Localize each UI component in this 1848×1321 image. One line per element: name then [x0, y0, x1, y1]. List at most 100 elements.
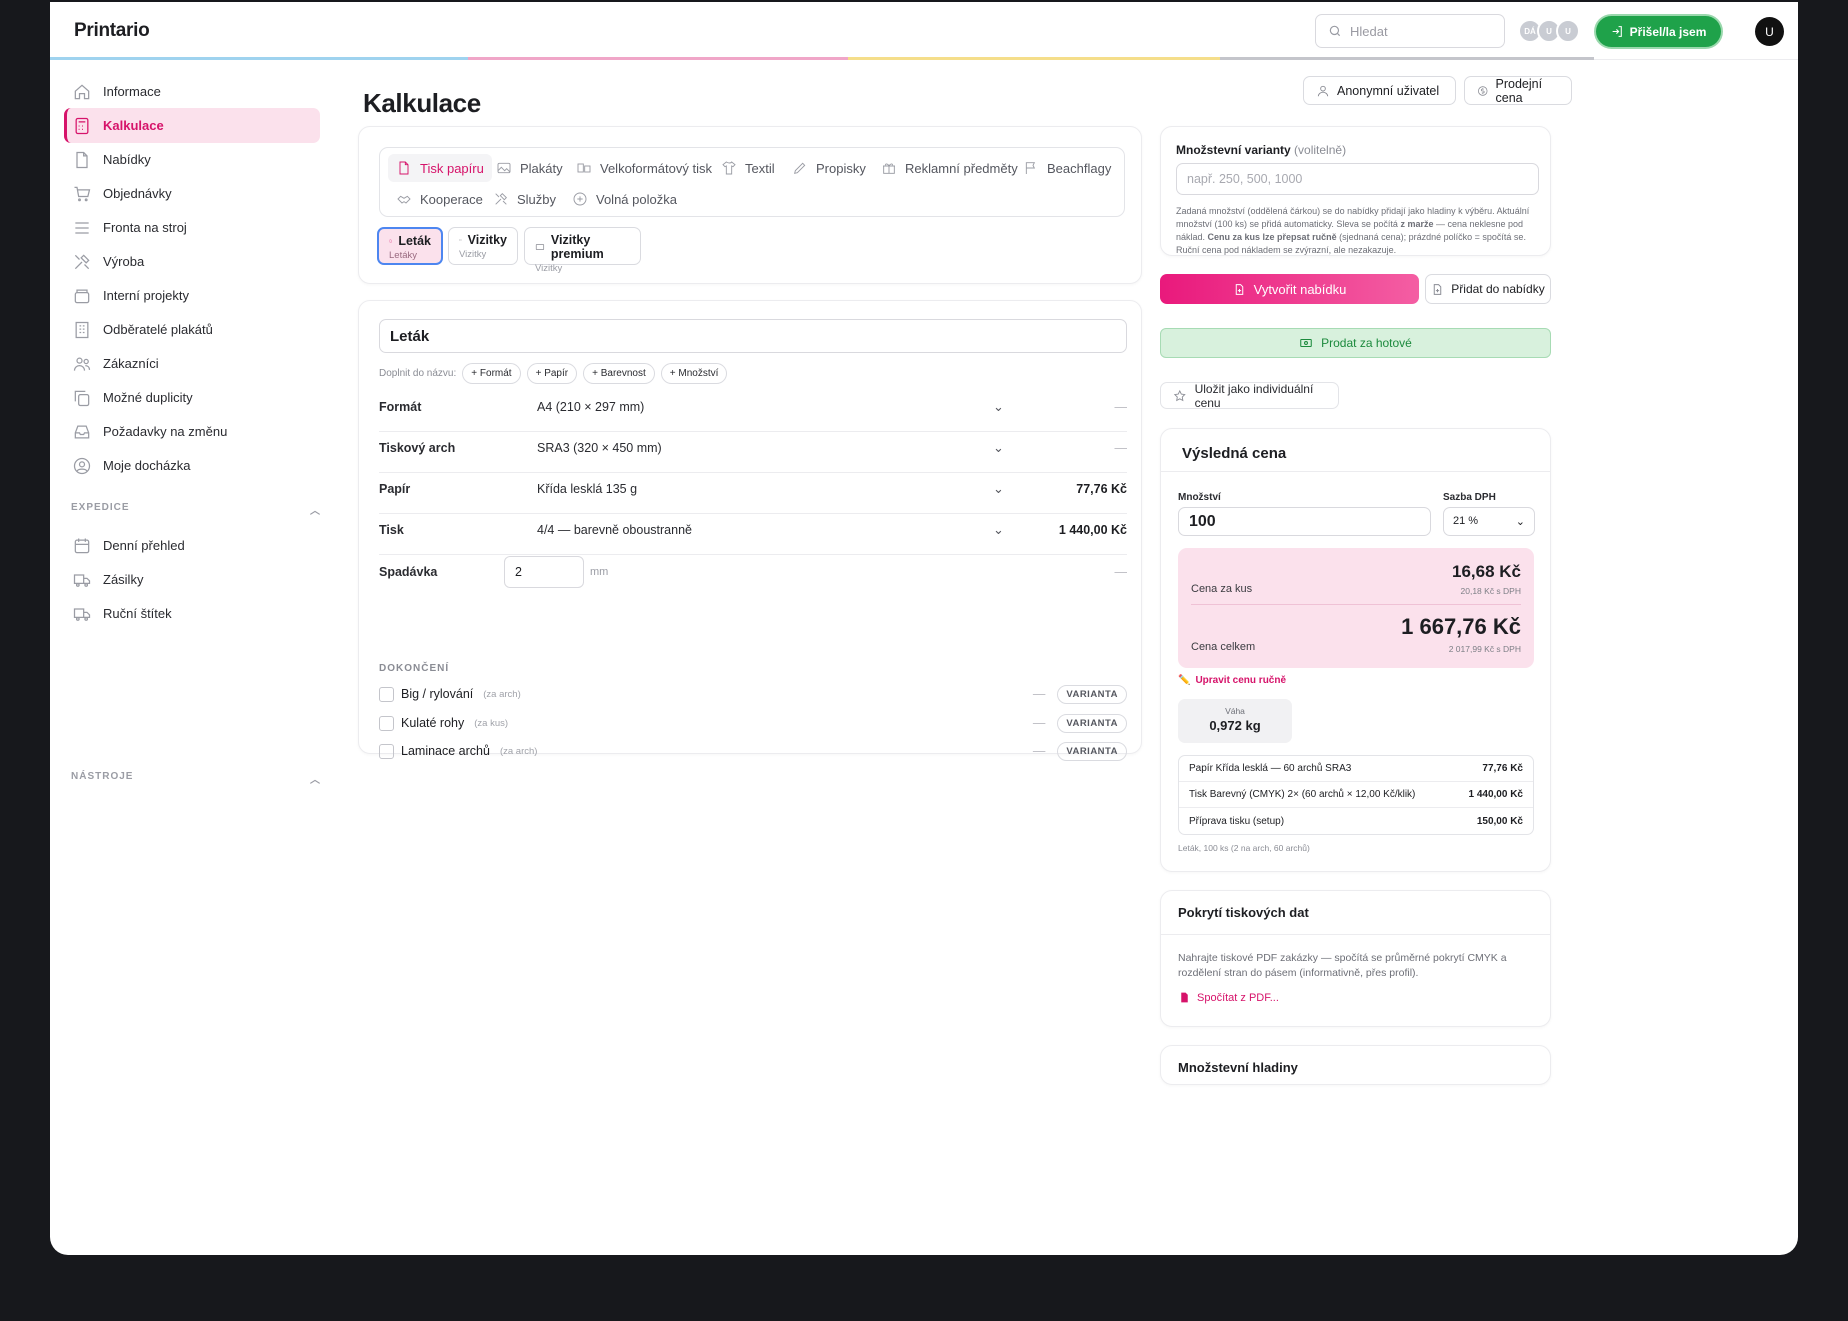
sidebar-item-duplicity[interactable]: Možné duplicity	[64, 380, 320, 415]
sidebar-item-zakaznici[interactable]: Zákazníci	[64, 346, 320, 381]
print-select[interactable]: 4/4 — barevně oboustranně	[537, 523, 993, 537]
finishing-label: Big / rylování	[401, 687, 474, 701]
breakdown-value: 150,00 Kč	[1476, 815, 1523, 827]
compute-from-pdf-link[interactable]: Spočítat z PDF...	[1178, 991, 1279, 1004]
sheet-select[interactable]: SRA3 (320 × 450 mm)	[537, 441, 993, 455]
finishing-label: Kulaté rohy	[401, 716, 465, 730]
search-input[interactable]: Hledat	[1315, 14, 1505, 48]
sidebar-item-odberatele[interactable]: Odběratelé plakátů	[64, 312, 320, 347]
create-offer-button[interactable]: Vytvořit nabídku	[1160, 274, 1419, 304]
product-vizitky[interactable]: Vizitky Vizitky	[448, 227, 518, 265]
breakdown-value: 77,76 Kč	[1482, 763, 1523, 774]
cart-icon	[74, 186, 91, 201]
anonymous-user-label: Anonymní uživatel	[1337, 83, 1440, 98]
format-select[interactable]: A4 (210 × 297 mm)	[537, 400, 993, 414]
qty-input[interactable]: 100	[1178, 507, 1431, 536]
vat-value: 21 %	[1453, 515, 1479, 527]
tab-kooperace[interactable]: Kooperace	[388, 185, 491, 213]
sidebar-item-objednavky[interactable]: Objednávky	[64, 176, 320, 211]
anonymous-user-button[interactable]: Anonymní uživatel	[1303, 76, 1456, 105]
sidebar-item-rucni-stitek[interactable]: Ruční štítek	[64, 596, 320, 631]
fill-color-pill[interactable]: + Barevnost	[583, 363, 655, 384]
sidebar-item-informace[interactable]: Informace	[64, 74, 320, 109]
sell-cash-button[interactable]: Prodat za hotové	[1160, 328, 1551, 358]
sidebar-item-zasilky[interactable]: Zásilky	[64, 562, 320, 597]
sidebar-item-fronta[interactable]: Fronta na stroj	[64, 210, 320, 245]
sidebar-item-denni-prehled[interactable]: Denní přehled	[64, 528, 320, 563]
breakdown-label: Tisk Barevný (CMYK) 2× (60 archů × 12,00…	[1189, 789, 1416, 800]
field-price: 1 440,00 Kč	[1058, 523, 1127, 537]
tab-velkoformatovy[interactable]: Velkoformátový tisk	[568, 154, 720, 182]
sale-price-button[interactable]: Prodejní cena	[1464, 76, 1572, 105]
sidebar-item-label: Požadavky na změnu	[103, 424, 228, 439]
product-label: Vizitky premium	[550, 233, 604, 261]
sidebar-item-vyroba[interactable]: Výroba	[64, 244, 320, 279]
compute-link-label: Spočítat z PDF...	[1197, 991, 1279, 1004]
chevron-down-icon[interactable]: ⌄	[993, 399, 1043, 415]
section-nastroje[interactable]: NÁSTROJE ︿	[71, 771, 321, 786]
tab-label: Textil	[745, 160, 775, 176]
avatar[interactable]: U	[1556, 19, 1580, 43]
note-bold: Cenu za kus lze přepsat ručně	[1207, 232, 1337, 242]
sidebar-item-interni-projekty[interactable]: Interní projekty	[64, 278, 320, 313]
variant-button[interactable]: VARIANTA	[1057, 741, 1127, 761]
finishing-checkbox[interactable]	[379, 715, 394, 731]
variant-button[interactable]: VARIANTA	[1057, 684, 1127, 704]
fill-format-pill[interactable]: + Formát	[462, 363, 521, 384]
finishing-checkbox[interactable]	[379, 686, 394, 702]
chevron-down-icon[interactable]: ⌄	[993, 481, 1043, 497]
sidebar-item-nabidky[interactable]: Nabídky	[64, 142, 320, 177]
form-card: Leták Doplnit do názvu: + Formát + Papír…	[358, 300, 1142, 761]
manual-price-link[interactable]: ✏️ Upravit cenu ručně	[1178, 675, 1286, 686]
product-vizitky-premium[interactable]: Vizitky premium Vizitky	[524, 227, 641, 274]
paper-select[interactable]: Křída lesklá 135 g	[537, 482, 993, 496]
tab-plakaty[interactable]: Plakáty	[488, 154, 571, 182]
pdf-icon	[1181, 992, 1188, 1003]
product-label: Leták	[398, 234, 431, 248]
add-to-offer-button[interactable]: Přidat do nabídky	[1425, 274, 1551, 304]
product-letak[interactable]: Leták Letáky	[377, 227, 443, 265]
fill-name-row: Doplnit do názvu: + Formát + Papír + Bar…	[379, 363, 728, 384]
sidebar-item-kalkulace[interactable]: Kalkulace	[64, 108, 320, 143]
chevron-down-icon[interactable]: ⌄	[993, 440, 1043, 456]
weight-value: 0,972 kg	[1209, 718, 1261, 733]
save-individual-price-button[interactable]: Uložit jako individuální cenu	[1160, 381, 1339, 410]
product-name-input[interactable]: Leták	[379, 319, 1127, 353]
tab-textil[interactable]: Textil	[713, 154, 783, 182]
variant-button[interactable]: VARIANTA	[1057, 713, 1127, 733]
finishing-checkbox[interactable]	[379, 743, 394, 759]
arrive-button[interactable]: Přišel/la jsem	[1596, 16, 1721, 47]
sell-cash-label: Prodat za hotové	[1321, 336, 1412, 350]
user-avatar[interactable]: U	[1755, 17, 1784, 46]
fill-paper-pill[interactable]: + Papír	[526, 363, 578, 384]
building-icon	[75, 321, 89, 338]
chevron-up-icon: ︿	[310, 775, 321, 786]
app-logo[interactable]: Printario	[74, 20, 150, 42]
sidebar-item-label: Moje docházka	[103, 458, 191, 473]
fill-quantity-pill[interactable]: + Množství	[660, 363, 728, 384]
tab-label: Tisk papíru	[420, 160, 484, 176]
sidebar-item-label: Zákazníci	[103, 356, 159, 371]
category-card: Tisk papíru Plakáty Velkoformátový tisk …	[358, 126, 1142, 284]
tab-beachflagy[interactable]: Beachflagy	[1015, 154, 1119, 182]
chevron-down-icon[interactable]: ⌄	[993, 522, 1043, 538]
unit-price-vat: 20,18 Kč s DPH	[1460, 586, 1521, 596]
section-expedice[interactable]: EXPEDICE ︿	[71, 502, 321, 517]
vat-select[interactable]: 21 % ⌄	[1443, 507, 1535, 536]
manual-price-label: Upravit cenu ručně	[1195, 675, 1287, 686]
weight-label: Váha	[1225, 706, 1245, 716]
tab-propisky[interactable]: Propisky	[784, 154, 874, 182]
tab-reklamni[interactable]: Reklamní předměty	[873, 154, 1026, 182]
bleed-input[interactable]: 2	[504, 555, 584, 588]
calculator-icon	[75, 117, 89, 134]
unit-price: 16,68 Kč	[1452, 562, 1521, 581]
sidebar-item-pozadavky[interactable]: Požadavky na změnu	[64, 414, 320, 449]
tab-volna-polozka[interactable]: Volná položka	[564, 185, 685, 213]
handshake-icon	[397, 195, 411, 204]
tab-tisk-papiru[interactable]: Tisk papíru	[388, 154, 492, 182]
tab-sluzby[interactable]: Služby	[485, 185, 564, 213]
save-price-label: Uložit jako individuální cenu	[1194, 381, 1314, 410]
sidebar-item-dochazka[interactable]: Moje docházka	[64, 448, 320, 483]
qty-variants-input[interactable]: např. 250, 500, 1000	[1176, 163, 1539, 195]
fill-label: Doplnit do názvu:	[379, 368, 457, 379]
